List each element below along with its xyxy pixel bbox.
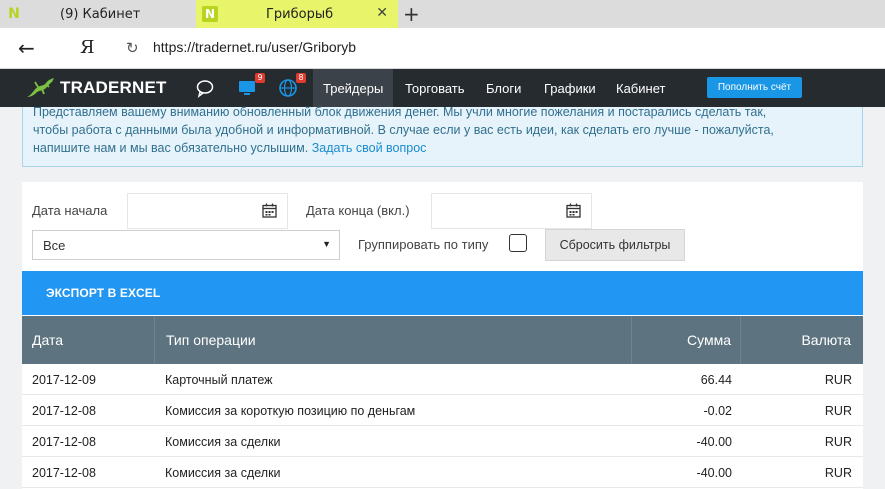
page-content: Представляем вашему вниманию обновленный… <box>0 105 885 489</box>
cell-amount: -40.00 <box>696 465 732 480</box>
table-row[interactable]: 2017-12-08 Комиссия за короткую позицию … <box>22 395 863 426</box>
address-bar: ← Я ↻ https://tradernet.ru/user/Griboryb <box>0 28 885 69</box>
cell-date: 2017-12-09 <box>32 372 96 387</box>
monitor-notifications[interactable]: 9 <box>237 73 265 98</box>
browser-tab-bar: N (9) Кабинет N Гриборыб ✕ + <box>0 0 885 28</box>
notice-line: Представляем вашему вниманию обновленный… <box>33 105 767 119</box>
cell-amount: 66.44 <box>700 372 732 387</box>
start-date-label: Дата начала <box>32 203 108 218</box>
nav-charts[interactable]: Графики <box>534 69 606 107</box>
reload-icon[interactable]: ↻ <box>126 39 139 57</box>
logo-text: TRADERNET <box>60 78 167 97</box>
group-by-type-checkbox[interactable] <box>509 234 527 252</box>
lizard-logo-icon <box>27 78 54 97</box>
back-arrow-icon[interactable]: ← <box>18 36 35 60</box>
cell-type: Комиссия за сделки <box>165 434 281 449</box>
cell-currency: RUR <box>824 465 852 480</box>
nav-traders[interactable]: Трейдеры <box>313 69 394 107</box>
browser-tab-cabinet[interactable]: N (9) Кабинет <box>0 0 196 28</box>
tradernet-favicon-icon: N <box>8 6 20 22</box>
notification-badge: 9 <box>255 73 265 83</box>
cell-currency: RUR <box>824 372 852 387</box>
cell-currency: RUR <box>824 434 852 449</box>
cell-date: 2017-12-08 <box>32 434 96 449</box>
operation-type-select[interactable]: Все ▼ <box>32 230 340 260</box>
calendar-icon[interactable] <box>566 203 581 218</box>
cell-currency: RUR <box>824 403 852 418</box>
select-value: Все <box>43 238 66 253</box>
cell-type: Комиссия за сделки <box>165 465 281 480</box>
end-date-label: Дата конца (вкл.) <box>306 203 410 218</box>
info-notice: Представляем вашему вниманию обновленный… <box>22 105 863 167</box>
monitor-icon <box>239 81 255 95</box>
topup-button[interactable]: Пополнить счёт <box>707 77 802 98</box>
browser-tab-griboryb[interactable]: N Гриборыб ✕ <box>196 0 398 28</box>
column-currency[interactable]: Валюта <box>740 316 851 364</box>
dropdown-arrow-icon: ▼ <box>322 239 331 249</box>
tab-label: (9) Кабинет <box>60 6 141 22</box>
group-by-type-label: Группировать по типу <box>358 237 489 252</box>
notice-text: напишите нам и мы вас обязательно услыши… <box>33 141 309 155</box>
table-row[interactable]: 2017-12-09 Карточный платеж 66.44 RUR <box>22 364 863 395</box>
globe-icon <box>279 79 297 97</box>
calendar-icon[interactable] <box>262 203 277 218</box>
tradernet-favicon-icon: N <box>202 6 218 22</box>
export-excel-button[interactable]: ЭКСПОРТ В EXCEL <box>22 271 863 315</box>
table-header: Дата Тип операции Сумма Валюта <box>22 316 863 364</box>
globe-notifications[interactable]: 8 <box>278 73 306 98</box>
new-tab-button[interactable]: + <box>403 2 420 26</box>
chat-bubble-icon[interactable] <box>195 78 215 98</box>
nav-blogs[interactable]: Блоги <box>476 69 531 107</box>
close-tab-icon[interactable]: ✕ <box>376 5 388 21</box>
nav-cabinet[interactable]: Кабинет <box>606 69 675 107</box>
cell-date: 2017-12-08 <box>32 403 96 418</box>
table-row[interactable]: 2017-12-08 Комиссия за сделки -40.00 RUR <box>22 426 863 457</box>
nav-trade[interactable]: Торговать <box>395 69 475 107</box>
ask-question-link[interactable]: Задать свой вопрос <box>312 141 427 155</box>
column-date[interactable]: Дата <box>32 316 63 364</box>
cell-amount: -0.02 <box>703 403 733 418</box>
money-movements-panel: Дата начала Дата конца (вкл.) Все ▼ Груп… <box>22 182 863 489</box>
table-row[interactable]: 2017-12-08 Комиссия за сделки -40.00 RUR <box>22 457 863 488</box>
column-type[interactable]: Тип операции <box>166 316 256 364</box>
yandex-logo-icon[interactable]: Я <box>80 37 95 58</box>
cell-date: 2017-12-08 <box>32 465 96 480</box>
reset-filters-button[interactable]: Сбросить фильтры <box>545 229 685 261</box>
site-navbar: TRADERNET 9 8 Трейдеры Торговать Блоги Г… <box>0 69 885 107</box>
tab-label: Гриборыб <box>266 6 334 22</box>
notice-line: чтобы работа с данными была удобной и ин… <box>33 123 774 137</box>
tradernet-logo[interactable]: TRADERNET <box>24 75 167 101</box>
notification-badge: 8 <box>296 73 306 83</box>
cell-type: Карточный платеж <box>165 372 273 387</box>
url-field[interactable]: https://tradernet.ru/user/Griboryb <box>153 39 356 55</box>
column-amount[interactable]: Сумма <box>631 316 731 364</box>
cell-type: Комиссия за короткую позицию по деньгам <box>165 403 416 418</box>
notice-line-last: напишите нам и мы вас обязательно услыши… <box>33 139 852 157</box>
cell-amount: -40.00 <box>696 434 732 449</box>
column-divider <box>154 316 155 364</box>
